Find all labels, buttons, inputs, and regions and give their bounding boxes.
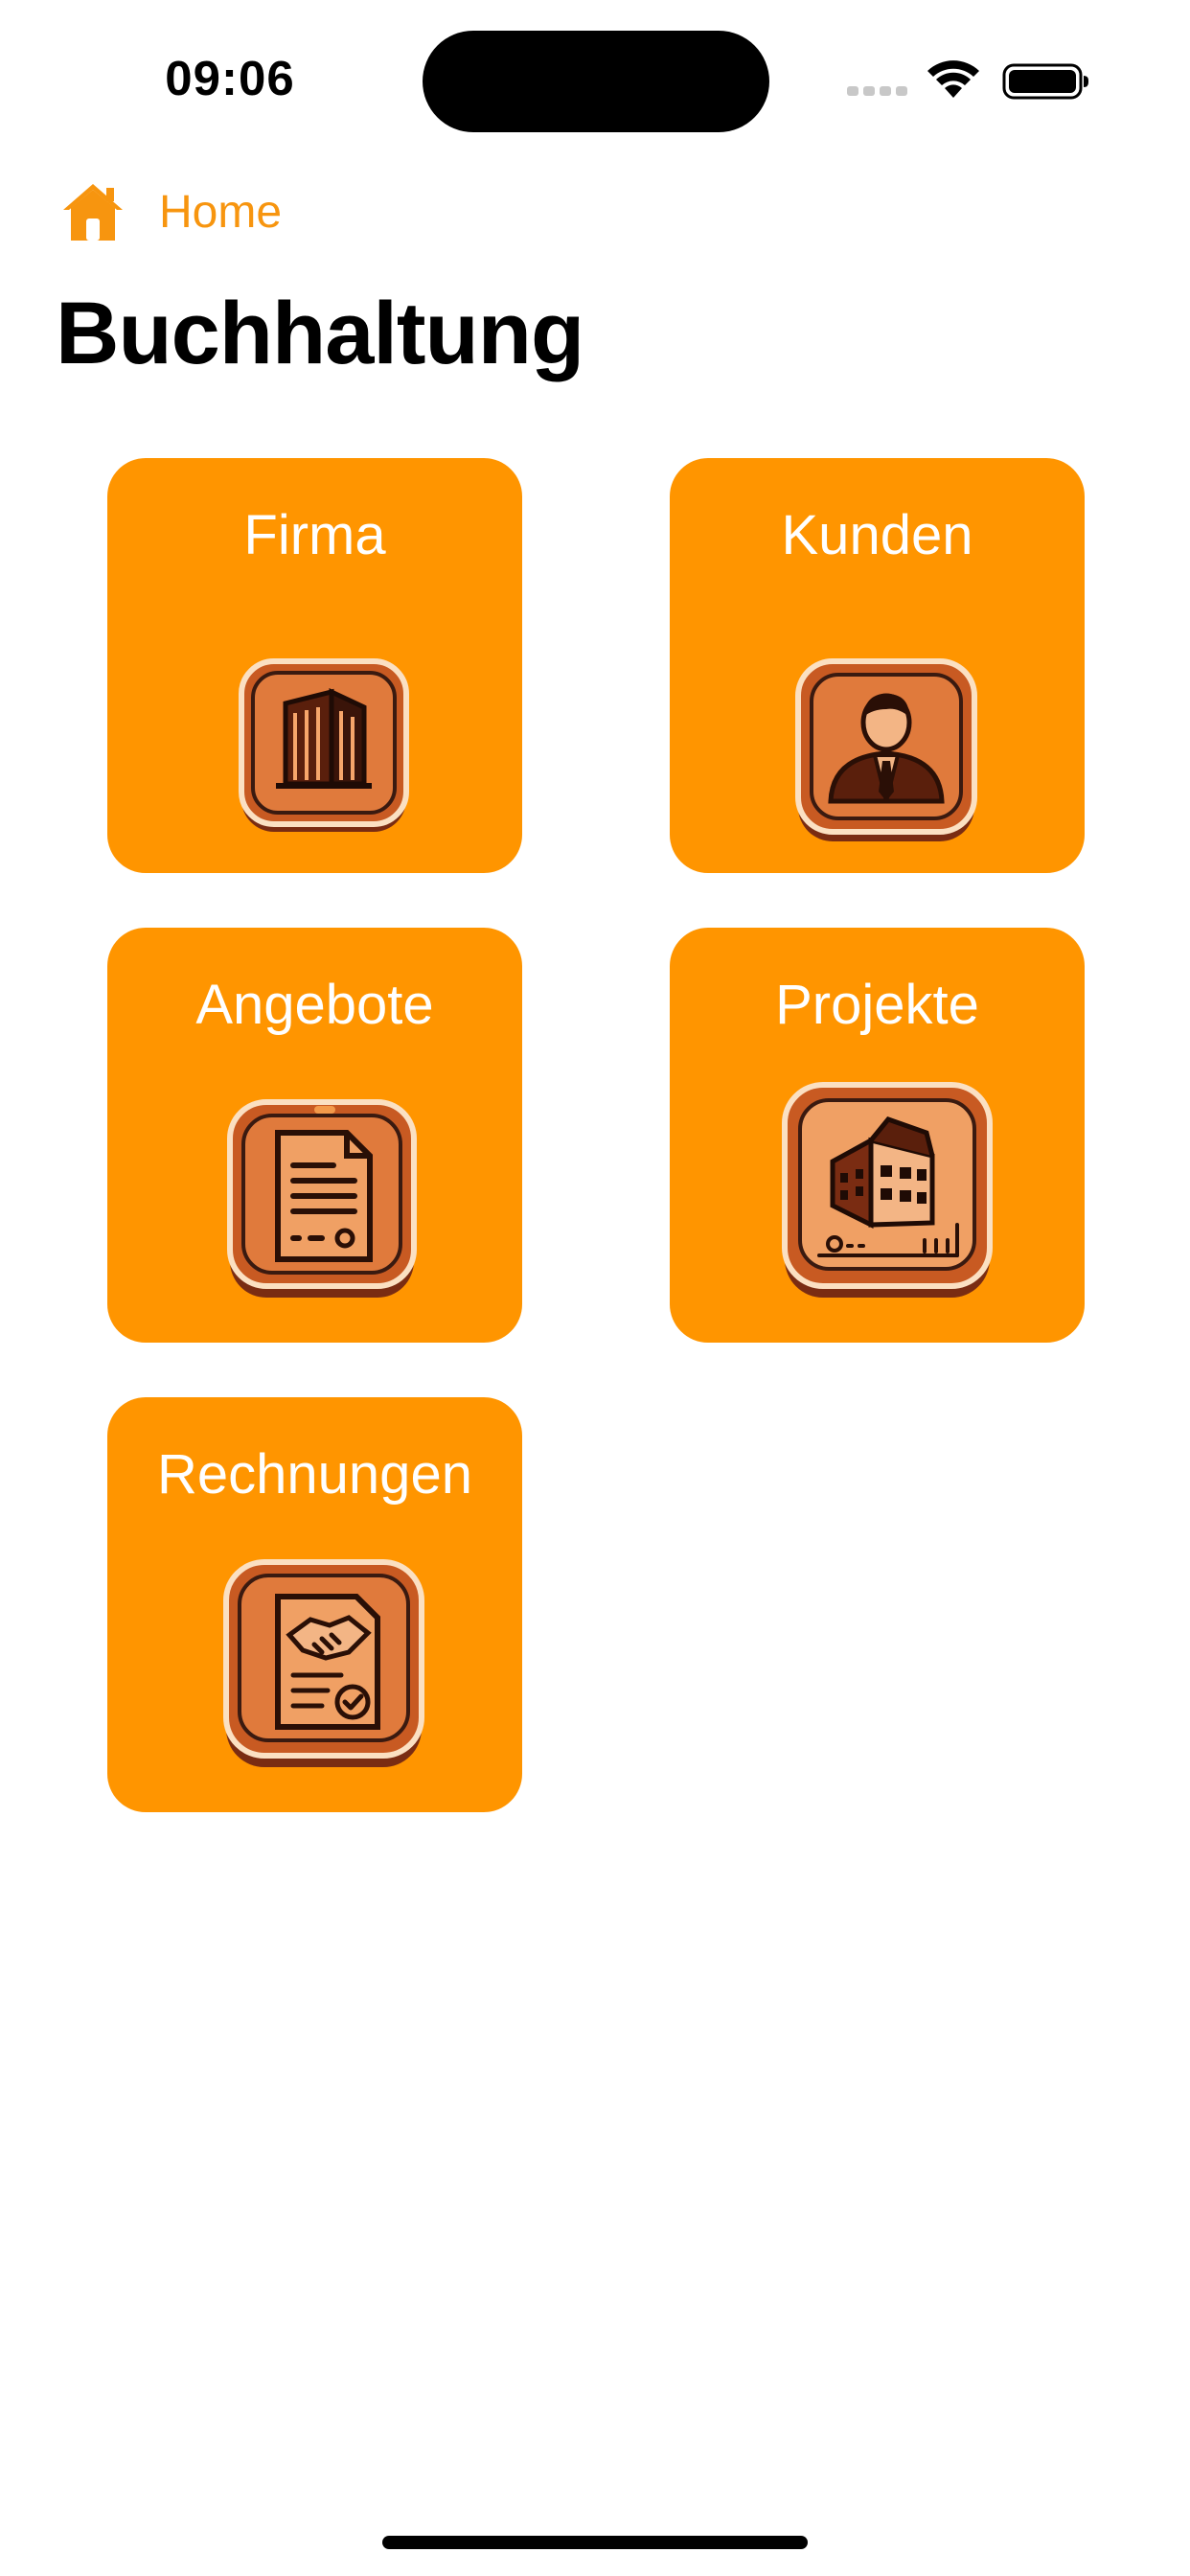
- cellular-signal-icon: [847, 86, 907, 96]
- home-indicator[interactable]: [382, 2536, 808, 2549]
- tile-label: Firma: [243, 504, 386, 566]
- tile-label: Angebote: [195, 974, 434, 1036]
- tile-kunden[interactable]: Kunden: [670, 458, 1085, 873]
- back-label: Home: [159, 186, 283, 238]
- battery-icon: [1002, 63, 1088, 100]
- home-icon: [63, 184, 123, 241]
- home-back-button[interactable]: Home: [59, 178, 282, 245]
- page-title: Buchhaltung: [56, 285, 584, 382]
- dynamic-island: [423, 31, 769, 132]
- office-building-icon: [239, 658, 409, 832]
- tile-angebote[interactable]: Angebote: [107, 928, 522, 1343]
- tile-rechnungen[interactable]: Rechnungen: [107, 1397, 522, 1812]
- tile-label: Kunden: [781, 504, 973, 566]
- tile-label: Projekte: [775, 974, 979, 1036]
- invoice-handshake-icon: [223, 1559, 424, 1767]
- tile-firma[interactable]: Firma: [107, 458, 522, 873]
- status-time: 09:06: [165, 51, 295, 105]
- tile-label: Rechnungen: [157, 1443, 472, 1506]
- wifi-icon: [927, 60, 979, 98]
- tile-projekte[interactable]: Projekte: [670, 928, 1085, 1343]
- customer-person-icon: [795, 658, 977, 841]
- quote-document-icon: [227, 1099, 417, 1298]
- project-building-icon: [782, 1082, 993, 1298]
